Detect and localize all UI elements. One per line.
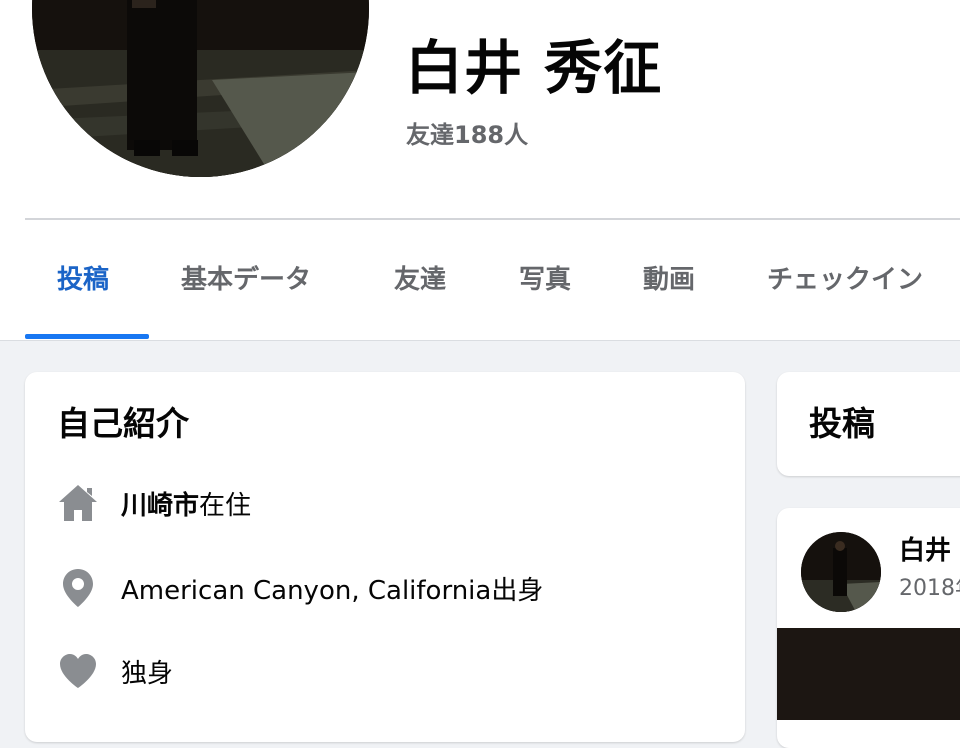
heart-icon bbox=[57, 650, 99, 692]
post-card: 白井 2018年 bbox=[777, 508, 960, 748]
posts-header-card: 投稿 bbox=[777, 372, 960, 476]
post-image[interactable] bbox=[777, 628, 960, 720]
profile-tabs: 投稿 基本データ 友達 写真 動画 チェックイン bbox=[25, 220, 960, 340]
profile-name: 白井 秀征 bbox=[405, 34, 663, 102]
tab-checkins[interactable]: チェックイン bbox=[767, 260, 923, 300]
intro-item-residence: 川崎市在住 bbox=[57, 481, 251, 525]
friends-count[interactable]: 友達188人 bbox=[406, 118, 528, 152]
location-pin-icon bbox=[57, 567, 99, 609]
intro-item-hometown: American Canyon, California出身 bbox=[57, 566, 543, 610]
profile-picture[interactable] bbox=[32, 0, 369, 177]
relationship-text: 独身 bbox=[121, 658, 174, 689]
tab-posts[interactable]: 投稿 bbox=[57, 260, 109, 300]
post-date[interactable]: 2018年 bbox=[899, 574, 960, 604]
posts-title: 投稿 bbox=[809, 404, 875, 443]
post-author-avatar[interactable] bbox=[801, 532, 881, 612]
hometown-text: American Canyon, California出身 bbox=[121, 575, 544, 606]
intro-item-relationship: 独身 bbox=[57, 649, 173, 693]
active-tab-indicator bbox=[25, 334, 149, 339]
home-icon bbox=[57, 482, 99, 524]
residence-city[interactable]: 川崎市 bbox=[121, 491, 199, 521]
intro-title: 自己紹介 bbox=[57, 404, 189, 443]
post-author-name[interactable]: 白井 bbox=[899, 534, 951, 568]
profile-header: 白井 秀征 友達188人 投稿 基本データ 友達 写真 動画 チェックイン bbox=[0, 0, 960, 341]
post-avatar-image bbox=[801, 532, 881, 612]
intro-card: 自己紹介 川崎市在住 American Canyon, California出身… bbox=[25, 372, 745, 742]
tab-about[interactable]: 基本データ bbox=[181, 260, 311, 300]
tab-photos[interactable]: 写真 bbox=[519, 260, 571, 300]
tab-videos[interactable]: 動画 bbox=[643, 260, 695, 300]
residence-suffix: 在住 bbox=[199, 490, 252, 521]
profile-photo-image bbox=[32, 0, 369, 177]
tab-friends[interactable]: 友達 bbox=[394, 260, 446, 300]
